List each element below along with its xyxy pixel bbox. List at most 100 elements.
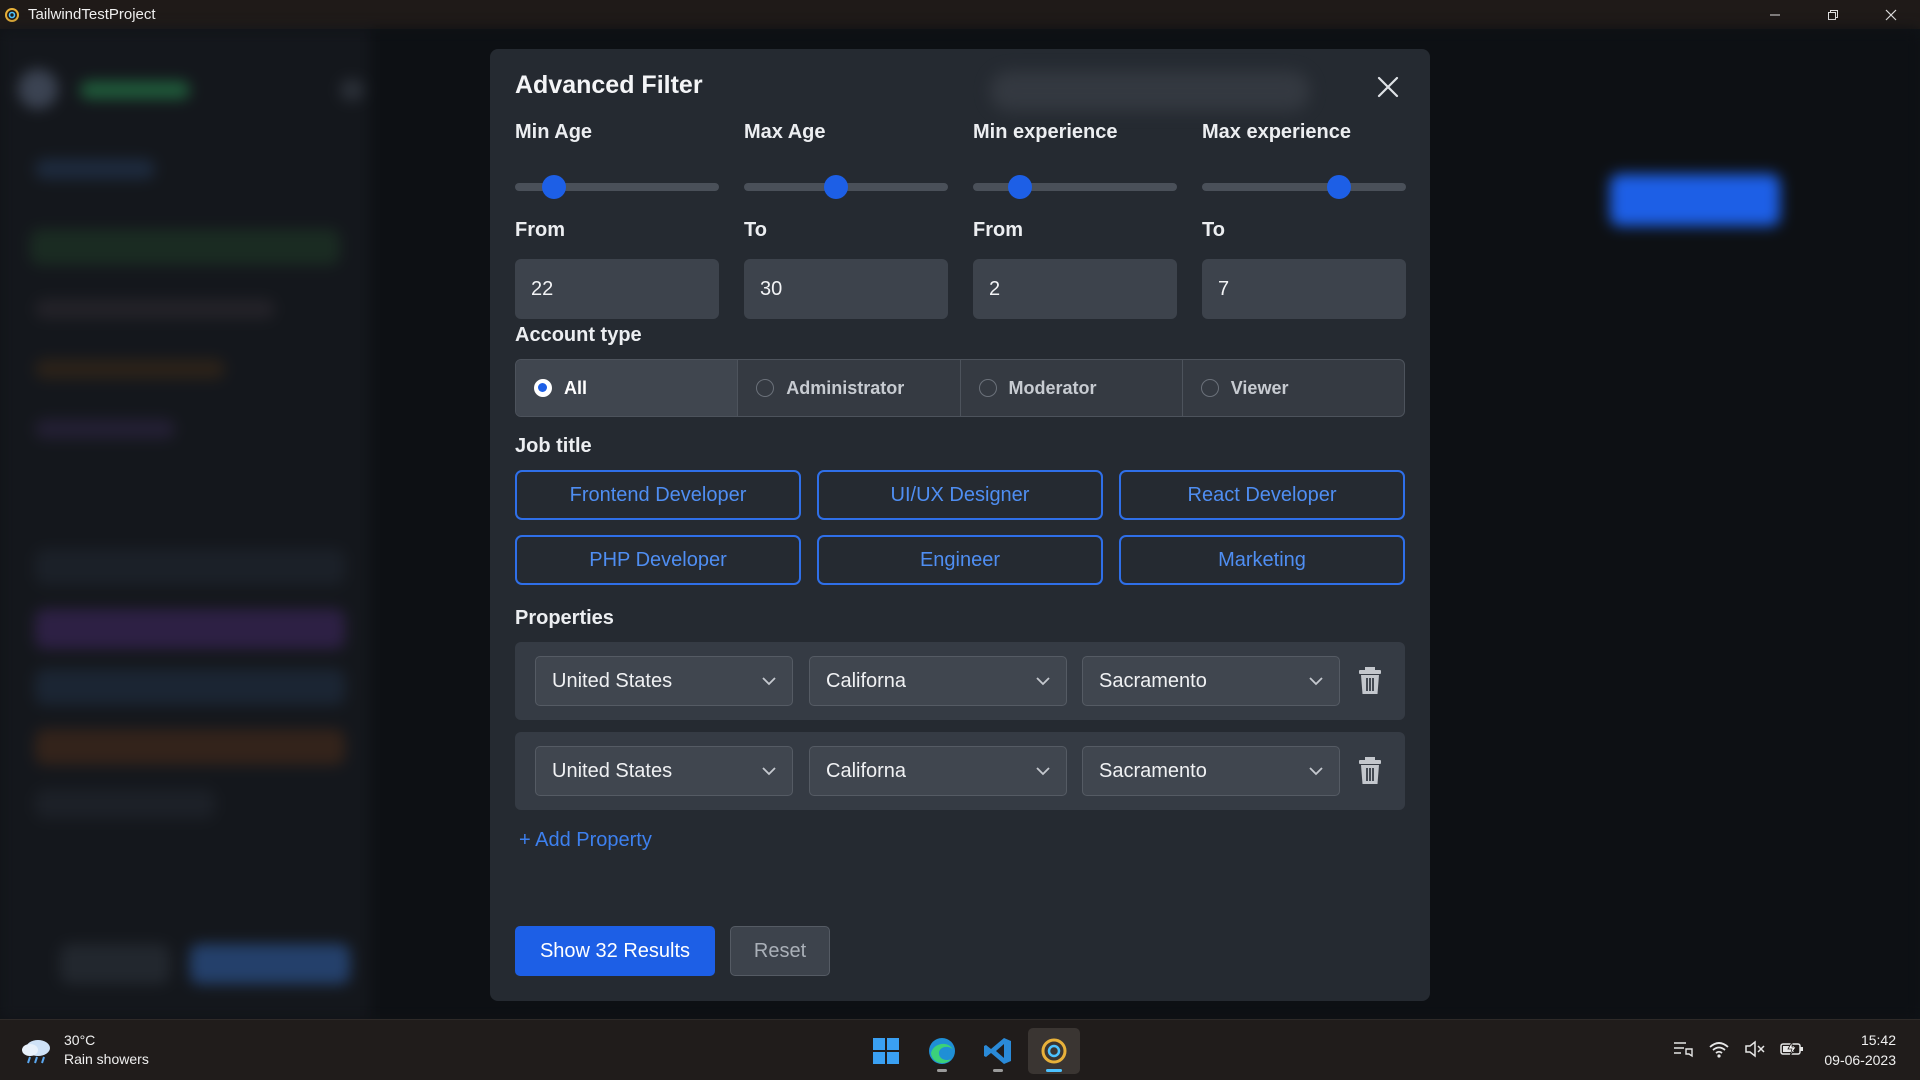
job-option-php-developer[interactable]: PHP Developer [515,535,801,585]
restore-button[interactable] [1804,0,1862,29]
state-select[interactable]: Californa [809,746,1067,796]
job-option-ui-ux-designer[interactable]: UI/UX Designer [817,470,1103,520]
min-experience-filter: Min experience From 2 [973,121,1177,319]
account-type-segmented: All Administrator Moderator Viewer [515,359,1405,417]
account-option-administrator[interactable]: Administrator [737,360,959,416]
running-indicator [937,1069,947,1072]
job-option-marketing[interactable]: Marketing [1119,535,1405,585]
max-age-input[interactable]: 30 [744,259,948,319]
account-option-label: All [564,377,588,398]
min-age-input[interactable]: 22 [515,259,719,319]
notifications-icon[interactable] [1672,1039,1694,1059]
max-experience-filter: Max experience To 7 [1202,121,1406,319]
close-modal-button[interactable] [1370,69,1406,105]
rain-cloud-icon [22,1040,50,1064]
job-option-engineer[interactable]: Engineer [817,535,1103,585]
chevron-down-icon [1309,677,1323,686]
job-option-frontend-developer[interactable]: Frontend Developer [515,470,801,520]
windows-start-icon [873,1038,899,1064]
taskbar: 30°C Rain showers 15:42 09-06-2023 [0,1019,1920,1080]
account-type-label: Account type [515,324,642,346]
app-taskbar-button[interactable] [1028,1028,1080,1074]
properties-label: Properties [515,607,614,629]
min-experience-input[interactable]: 2 [973,259,1177,319]
account-option-viewer[interactable]: Viewer [1181,360,1404,416]
app-icon [1041,1038,1067,1064]
min-age-slider[interactable] [515,169,719,205]
modal-title: Advanced Filter [515,71,703,99]
state-value: Californa [826,669,907,692]
clock-date: 09-06-2023 [1824,1052,1896,1068]
trash-icon[interactable] [1356,756,1384,786]
property-row: United States Californa Sacramento [515,642,1405,720]
running-indicator [993,1069,1003,1072]
job-option-react-developer[interactable]: React Developer [1119,470,1405,520]
show-results-button[interactable]: Show 32 Results [515,926,715,976]
edge-taskbar-button[interactable] [916,1028,968,1074]
chevron-down-icon [1036,677,1050,686]
blurred-header-chip [990,71,1310,111]
country-value: United States [552,759,673,782]
radio-checked-icon [534,379,552,397]
job-title-label: Job title [515,435,592,457]
max-experience-slider[interactable] [1202,169,1406,205]
slider-thumb[interactable] [541,175,566,199]
max-experience-input[interactable]: 7 [1202,259,1406,319]
account-option-label: Moderator [1008,377,1097,398]
battery-charging-icon[interactable] [1780,1041,1804,1057]
max-experience-to-label: To [1202,219,1225,241]
account-option-all[interactable]: All [516,360,738,416]
weather-widget[interactable]: 30°C Rain showers [20,1031,149,1069]
reset-button[interactable]: Reset [730,926,830,976]
max-age-slider[interactable] [744,169,948,205]
slider-thumb[interactable] [1007,175,1032,199]
slider-thumb[interactable] [1326,175,1351,199]
minimize-button[interactable] [1746,0,1804,29]
slider-track [1202,183,1406,191]
min-age-from-label: From [515,219,565,241]
clock-time: 15:42 [1860,1032,1896,1048]
account-option-moderator[interactable]: Moderator [959,360,1182,416]
app-logo-icon [5,7,19,22]
close-window-button[interactable] [1862,0,1920,29]
account-option-label: Administrator [786,377,905,398]
vscode-icon [984,1038,1011,1064]
max-age-label: Max Age [744,121,826,143]
min-experience-slider[interactable] [973,169,1177,205]
close-icon [1377,76,1399,98]
account-option-label: Viewer [1230,377,1289,398]
weather-condition: Rain showers [64,1051,149,1067]
weather-temp: 30°C [64,1032,96,1048]
chevron-down-icon [762,677,776,686]
city-select[interactable]: Sacramento [1082,746,1340,796]
title-bar: TailwindTestProject [0,0,1920,29]
minimize-icon [1770,14,1780,15]
city-select[interactable]: Sacramento [1082,656,1340,706]
background-sidebar [0,29,370,1019]
wifi-icon[interactable] [1708,1040,1730,1058]
max-age-to-label: To [744,219,767,241]
country-select[interactable]: United States [535,656,793,706]
trash-icon[interactable] [1356,666,1384,696]
edge-browser-icon [929,1038,955,1064]
volume-muted-icon[interactable] [1744,1040,1766,1058]
system-tray [1672,1039,1818,1059]
state-select[interactable]: Californa [809,656,1067,706]
country-value: United States [552,669,673,692]
vscode-taskbar-button[interactable] [972,1028,1024,1074]
min-experience-from-label: From [973,219,1023,241]
advanced-filter-modal: Advanced Filter Min Age From 22 Max Age … [490,49,1430,1001]
slider-track [973,183,1177,191]
chevron-down-icon [1309,767,1323,776]
start-button[interactable] [860,1028,912,1074]
property-row: United States Californa Sacramento [515,732,1405,810]
slider-thumb[interactable] [823,175,848,199]
add-property-link[interactable]: + Add Property [519,829,652,852]
country-select[interactable]: United States [535,746,793,796]
restore-icon [1828,9,1838,20]
chevron-down-icon [762,767,776,776]
city-value: Sacramento [1099,759,1207,782]
system-clock[interactable]: 15:42 09-06-2023 [1824,1030,1896,1070]
city-value: Sacramento [1099,669,1207,692]
max-experience-label: Max experience [1202,121,1351,143]
